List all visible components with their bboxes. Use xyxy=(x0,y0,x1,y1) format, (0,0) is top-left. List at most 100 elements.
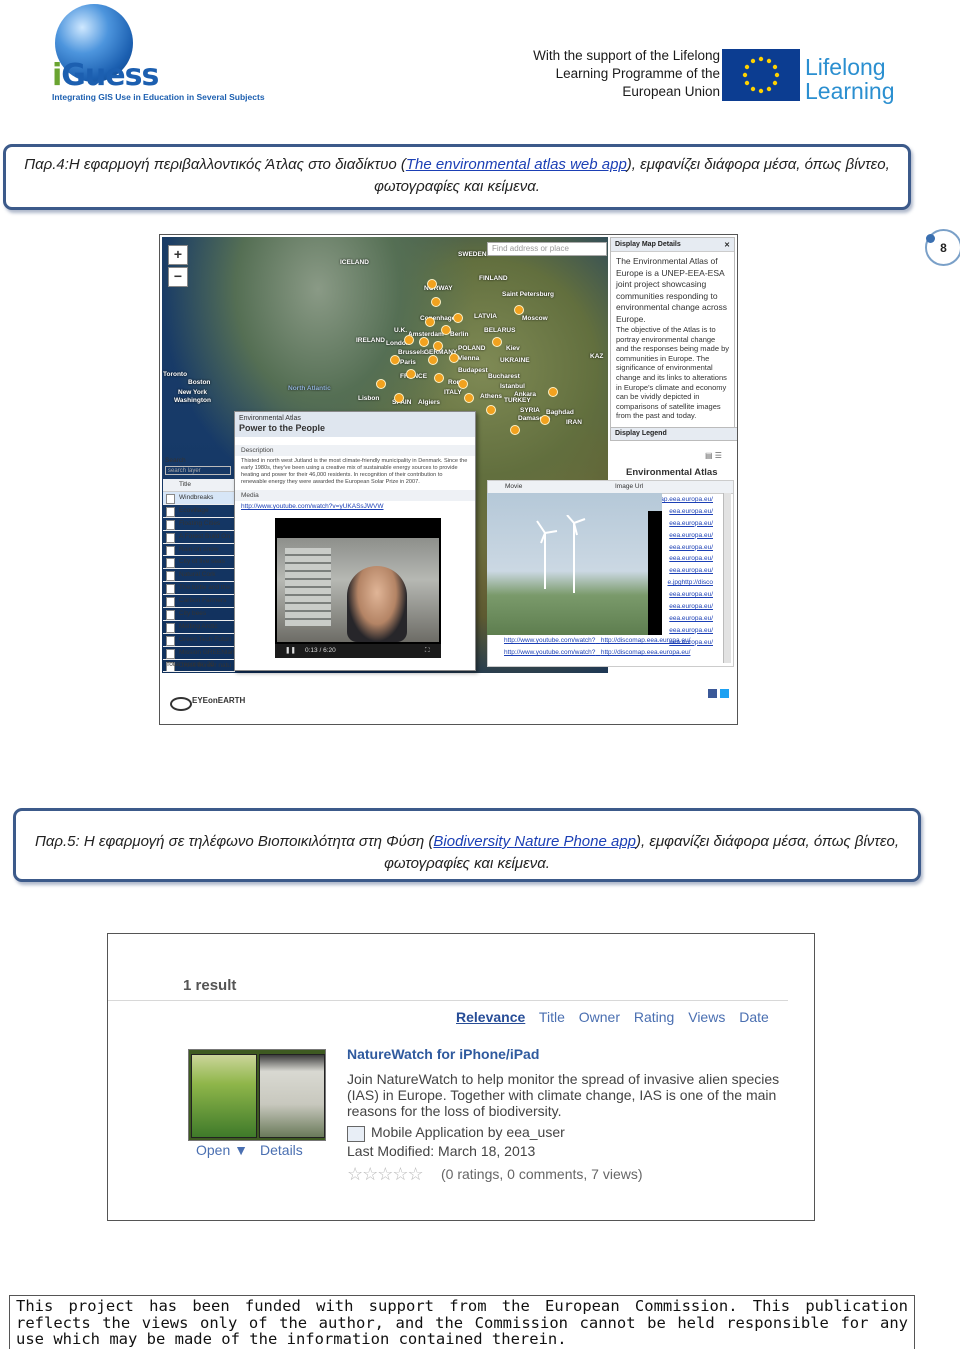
open-dropdown[interactable]: Open ▼ xyxy=(196,1142,248,1158)
facebook-icon[interactable] xyxy=(708,689,717,698)
map-label: New York xyxy=(178,389,208,396)
pause-icon[interactable]: ❚❚ xyxy=(285,644,296,658)
list-item[interactable]: City of five seas xyxy=(163,556,235,570)
iguess-logo-wordmark: iGuess xyxy=(52,58,159,93)
map-label: SWEDEN xyxy=(458,251,487,258)
map-marker-icon[interactable] xyxy=(427,279,437,289)
details-link[interactable]: Details xyxy=(260,1142,303,1158)
movie-link[interactable]: http://www.youtube.com/watch? xyxy=(504,649,595,656)
twitter-icon[interactable] xyxy=(720,689,729,698)
list-item[interactable]: Natural Cork xyxy=(163,569,235,583)
sort-rating[interactable]: Rating xyxy=(634,1009,674,1025)
map-marker-icon[interactable] xyxy=(458,379,468,389)
list-item[interactable]: Windbreaks xyxy=(163,492,235,505)
fullscreen-icon[interactable]: ⛶ xyxy=(425,644,430,658)
map-marker-icon[interactable] xyxy=(433,341,443,351)
map-label: Brussels xyxy=(398,349,426,356)
map-marker-icon[interactable] xyxy=(431,297,441,307)
biodiversity-app-link[interactable]: Biodiversity Nature Phone app xyxy=(433,833,636,850)
list-item[interactable]: City bees xyxy=(163,608,235,621)
total-records: Total records: 20 xyxy=(166,661,215,668)
map-marker-icon[interactable] xyxy=(376,379,386,389)
zoom-out-button[interactable]: − xyxy=(168,267,188,287)
map-label: Boston xyxy=(188,379,211,386)
list-item[interactable]: Melting Arctic xyxy=(163,621,235,634)
close-icon[interactable]: ✕ xyxy=(724,241,730,249)
display-legend-button[interactable]: Display Legend xyxy=(610,427,737,441)
environmental-atlas-link[interactable]: The environmental atlas web app xyxy=(406,156,627,173)
popup-media-link[interactable]: http://www.youtube.com/watch?v=yUKASsJWV… xyxy=(235,501,475,512)
map-label: KAZ xyxy=(590,353,604,360)
map-label: Toronto xyxy=(163,371,188,378)
popup-media-label: Media xyxy=(235,490,475,501)
environmental-atlas-screenshot: Find address or place + − ICELAND SWEDEN… xyxy=(159,234,738,725)
map-search-input[interactable]: Find address or place xyxy=(487,242,607,256)
table-tools-icon[interactable]: ▤ ☰ xyxy=(705,451,731,461)
map-label: Moscow xyxy=(522,315,548,322)
list-item[interactable]: Carbon Farmers xyxy=(163,595,235,609)
list-item[interactable]: Ecovillage xyxy=(163,505,235,518)
map-marker-icon[interactable] xyxy=(464,393,474,403)
map-marker-icon[interactable] xyxy=(434,373,444,383)
map-marker-icon[interactable] xyxy=(486,405,496,415)
sort-views[interactable]: Views xyxy=(688,1009,725,1025)
map-marker-icon[interactable] xyxy=(390,355,400,365)
sort-owner[interactable]: Owner xyxy=(579,1009,620,1025)
movie-column-header: Movie xyxy=(505,483,523,490)
layer-search-input[interactable]: search layer xyxy=(165,466,231,475)
list-item[interactable]: The turtle and the xyxy=(163,582,235,596)
item-last-modified: Last Modified: March 18, 2013 xyxy=(347,1143,536,1159)
video-frame xyxy=(277,538,439,642)
movie-link[interactable]: http://www.youtube.com/watch? xyxy=(504,637,595,644)
popup-title: Power to the People xyxy=(235,423,475,437)
map-marker-icon[interactable] xyxy=(548,387,558,397)
star-rating-icon[interactable]: ☆☆☆☆☆ xyxy=(347,1164,424,1185)
map-marker-icon[interactable] xyxy=(492,337,502,347)
popup-description-label: Description xyxy=(235,445,475,456)
sort-date[interactable]: Date xyxy=(739,1009,769,1025)
map-marker-icon[interactable] xyxy=(406,369,416,379)
map-marker-icon[interactable] xyxy=(449,353,459,363)
app-thumbnail[interactable] xyxy=(188,1049,326,1141)
map-marker-icon[interactable] xyxy=(394,393,404,403)
image-link[interactable]: http://discomap.eea.europa.eu/ xyxy=(601,637,691,644)
video-player[interactable]: ❚❚ 0:13 / 6:20 ⛶ xyxy=(275,518,441,658)
bottom-link-rows: http://www.youtube.com/watch? http://dis… xyxy=(504,635,734,659)
map-marker-icon[interactable] xyxy=(441,325,451,335)
list-item[interactable]: Mission GREENlan xyxy=(163,647,235,660)
map-label: IRAN xyxy=(566,419,582,426)
figure-caption-5: Παρ.5: Η εφαρμογή σε τηλέφωνο Βιοποικιλό… xyxy=(13,808,921,882)
sort-relevance[interactable]: Relevance xyxy=(456,1009,525,1025)
map-marker-icon[interactable] xyxy=(419,337,429,347)
sort-title[interactable]: Title xyxy=(539,1009,565,1025)
map-label: Kiev xyxy=(506,345,520,352)
item-owner: Mobile Application by eea_user xyxy=(371,1124,565,1140)
map-marker-icon[interactable] xyxy=(514,305,524,315)
figure-caption-4: Παρ.4:Η εφαρμογή περιβαλλοντικός Άτλας σ… xyxy=(3,144,911,210)
lifelong-learning-logo: Lifelong Learning xyxy=(805,54,895,104)
details-panel-header: Display Map Details ✕ xyxy=(611,238,734,252)
eu-flag-icon xyxy=(722,49,800,101)
list-item[interactable]: Green Tech Futuri xyxy=(163,634,235,647)
item-description: Join NatureWatch to help monitor the spr… xyxy=(347,1071,780,1119)
video-controls[interactable]: ❚❚ 0:13 / 6:20 ⛶ xyxy=(275,644,441,658)
list-item[interactable]: A Forest Build On xyxy=(163,531,235,544)
turbine-blades-icon xyxy=(536,515,586,544)
map-label: ITALY xyxy=(444,389,462,396)
list-item[interactable]: Rain on snow xyxy=(163,544,235,557)
map-marker-icon[interactable] xyxy=(453,313,463,323)
map-marker-icon[interactable] xyxy=(428,355,438,365)
map-label: Bucharest xyxy=(488,373,520,380)
speaker-image xyxy=(347,566,407,642)
title-column-header: Title xyxy=(163,479,235,492)
list-item[interactable]: Floating Cities xyxy=(163,518,235,531)
zoom-in-button[interactable]: + xyxy=(168,245,188,265)
item-title[interactable]: NatureWatch for iPhone/iPad xyxy=(347,1046,539,1062)
map-label: North Atlantic xyxy=(288,385,331,392)
map-marker-icon[interactable] xyxy=(510,425,520,435)
eu-support-text: With the support of the Lifelong Learnin… xyxy=(533,48,720,99)
image-link[interactable]: http://discomap.eea.europa.eu/ xyxy=(601,649,691,656)
map-marker-icon[interactable] xyxy=(404,335,414,345)
map-marker-icon[interactable] xyxy=(540,415,550,425)
map-marker-icon[interactable] xyxy=(425,317,435,327)
